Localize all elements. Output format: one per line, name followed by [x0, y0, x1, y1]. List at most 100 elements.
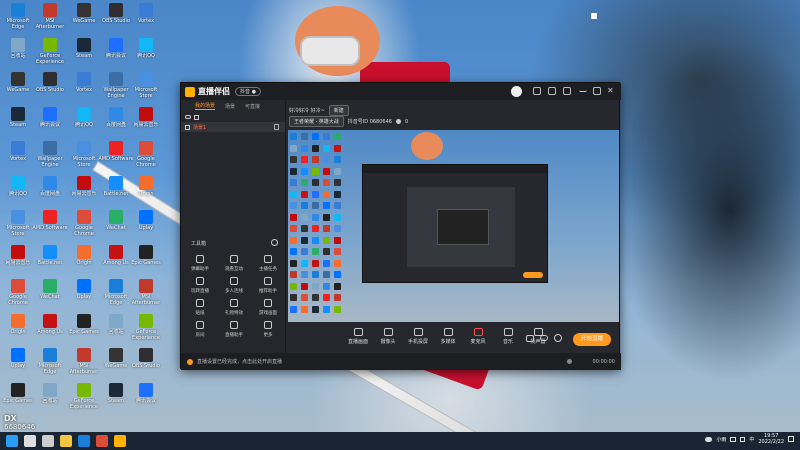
desktop-icon[interactable]: 腾讯QQ — [128, 37, 164, 68]
control-button[interactable]: 音乐 — [493, 328, 523, 345]
scene-checkbox[interactable] — [194, 114, 199, 120]
desktop-icon[interactable]: Vortex — [0, 141, 36, 171]
desktop-icon[interactable]: Origin — [0, 313, 36, 344]
desktop-icon[interactable]: Uplay — [128, 210, 164, 240]
desktop-icon[interactable]: 网易云音乐 — [0, 244, 36, 275]
avatar[interactable] — [511, 86, 522, 97]
tool-item[interactable]: 观看互动 — [219, 255, 249, 277]
desktop-icon[interactable]: Uplay — [66, 279, 102, 309]
desktop-icon[interactable]: GeForce Experience — [32, 37, 68, 68]
close-icon[interactable]: ✕ — [607, 87, 615, 95]
desktop-icon[interactable]: Among Us — [32, 313, 68, 344]
desktop-icon[interactable]: Origin — [66, 244, 102, 275]
taskview-icon[interactable] — [42, 435, 54, 447]
desktop-icon[interactable]: Epic Games — [66, 313, 102, 344]
chrome-icon[interactable] — [96, 435, 108, 447]
tool-item[interactable]: 玩转直播 — [185, 277, 215, 299]
tool-item[interactable]: 房间 — [185, 321, 215, 343]
control-button[interactable]: 麦克风 — [463, 328, 493, 345]
preview-canvas[interactable] — [288, 130, 619, 322]
desktop-icon[interactable]: 腾讯QQ — [0, 175, 36, 206]
tab-scenes[interactable]: 场景 — [225, 103, 235, 110]
desktop-icon[interactable]: 网易云音乐 — [128, 106, 164, 137]
desktop-icon[interactable]: Microsoft Edge — [32, 348, 68, 378]
maximize-icon[interactable] — [593, 87, 601, 95]
scene-row[interactable]: 场景1 — [181, 122, 285, 132]
add-tool-icon[interactable] — [271, 239, 278, 246]
desktop-icon[interactable]: GeForce Experience — [66, 382, 102, 413]
visibility-icon[interactable] — [540, 335, 548, 341]
tool-item[interactable]: 更多 — [253, 321, 283, 343]
gift-icon[interactable] — [548, 87, 556, 95]
gear-icon[interactable] — [554, 334, 562, 342]
desktop-icon[interactable]: Battle.net — [32, 244, 68, 275]
desktop-icon[interactable]: Google Chrome — [128, 141, 164, 171]
ime-indicator[interactable]: 中 — [749, 436, 754, 443]
desktop-icon[interactable]: Steam — [0, 106, 36, 137]
tool-item[interactable]: 推荐助手 — [253, 277, 283, 299]
desktop-icon[interactable]: Vortex — [66, 72, 102, 102]
desktop-icon[interactable]: MSI Afterburner — [32, 3, 68, 33]
control-button[interactable]: 手机投屏 — [403, 328, 433, 345]
desktop-icon[interactable]: WeGame — [66, 3, 102, 33]
start-live-button[interactable]: 开始直播 — [573, 333, 611, 346]
desktop-icon[interactable]: 回收站 — [32, 382, 68, 413]
desktop-icon[interactable]: GeForce Experience — [128, 313, 164, 344]
desktop-icon[interactable]: Uplay — [0, 348, 36, 378]
start-icon[interactable] — [6, 435, 18, 447]
stream-title[interactable]: 好冷好冷 好冷~ — [289, 107, 325, 114]
explorer-icon[interactable] — [60, 435, 72, 447]
eye-icon[interactable] — [185, 115, 191, 119]
control-button[interactable]: 多媒体 — [433, 328, 463, 345]
edge-icon[interactable] — [78, 435, 90, 447]
record-icon[interactable] — [526, 335, 534, 342]
clock[interactable]: 19:57 2022/2/22 — [758, 433, 784, 445]
network-icon[interactable] — [730, 436, 737, 442]
desktop-icon[interactable]: 腾讯会议 — [128, 382, 164, 413]
add-source-row[interactable] — [181, 112, 285, 122]
desktop-icon[interactable]: Steam — [66, 37, 102, 68]
tool-item[interactable]: 多人连线 — [219, 277, 249, 299]
tool-item[interactable]: 直播助手 — [219, 321, 249, 343]
weather-icon[interactable] — [705, 436, 713, 442]
tab-direct[interactable]: 可直接 — [245, 103, 260, 110]
lock-icon[interactable] — [185, 124, 190, 130]
desktop-icon[interactable]: Origin — [128, 175, 164, 206]
stream-tag[interactable]: 新建 — [328, 105, 349, 116]
desktop-icon[interactable]: Wallpaper Engine — [32, 141, 68, 171]
desktop-icon[interactable]: Microsoft Store — [128, 72, 164, 102]
desktop-icon[interactable]: OBS Studio — [32, 72, 68, 102]
control-button[interactable]: 摄像头 — [373, 328, 403, 345]
desktop-icon[interactable]: WeGame — [0, 72, 36, 102]
tab-my-scenes[interactable]: 我的场景 — [195, 102, 216, 110]
desktop-icon[interactable]: Microsoft Store — [0, 210, 36, 240]
desktop-icon[interactable]: WeChat — [32, 279, 68, 309]
delete-icon[interactable] — [274, 124, 279, 130]
category-pill[interactable]: 王者荣耀 · 英雄大战 — [289, 116, 344, 127]
desktop-icon[interactable]: Epic Games — [0, 382, 36, 413]
desktop-icon[interactable]: 回收站 — [0, 37, 36, 68]
desktop-icon[interactable]: Microsoft Edge — [0, 3, 36, 33]
tool-item[interactable]: 礼物特效 — [219, 299, 249, 321]
tool-item[interactable]: 游戏画面 — [253, 299, 283, 321]
live-companion-icon[interactable] — [114, 435, 126, 447]
minimize-icon[interactable] — [579, 87, 587, 92]
status-text[interactable]: 直播设置已经完成，点击此处开启直播 — [197, 358, 282, 365]
settings-icon[interactable] — [563, 87, 571, 95]
desktop-icon[interactable]: 腾讯QQ — [66, 106, 102, 137]
desktop-icon[interactable]: OBS Studio — [128, 348, 164, 378]
weather-text[interactable]: 小雨 — [716, 436, 726, 443]
desktop-icon[interactable]: MSI Afterburner — [66, 348, 102, 378]
window-handle-icon[interactable] — [591, 13, 597, 19]
desktop-icon[interactable]: Epic Games — [128, 244, 164, 275]
desktop-icon[interactable]: 网易云音乐 — [66, 175, 102, 206]
volume-icon[interactable] — [740, 436, 746, 442]
tool-item[interactable]: 弹幕助手 — [185, 255, 215, 277]
tool-item[interactable]: 贴纸 — [185, 299, 215, 321]
notification-icon[interactable] — [788, 436, 794, 442]
control-button[interactable]: 直播画面 — [343, 328, 373, 345]
tool-item[interactable]: 主播任务 — [253, 255, 283, 277]
platform-badge[interactable]: 抖音 ● — [235, 87, 261, 96]
desktop-icon[interactable]: Vortex — [128, 3, 164, 33]
message-icon[interactable] — [533, 87, 541, 95]
